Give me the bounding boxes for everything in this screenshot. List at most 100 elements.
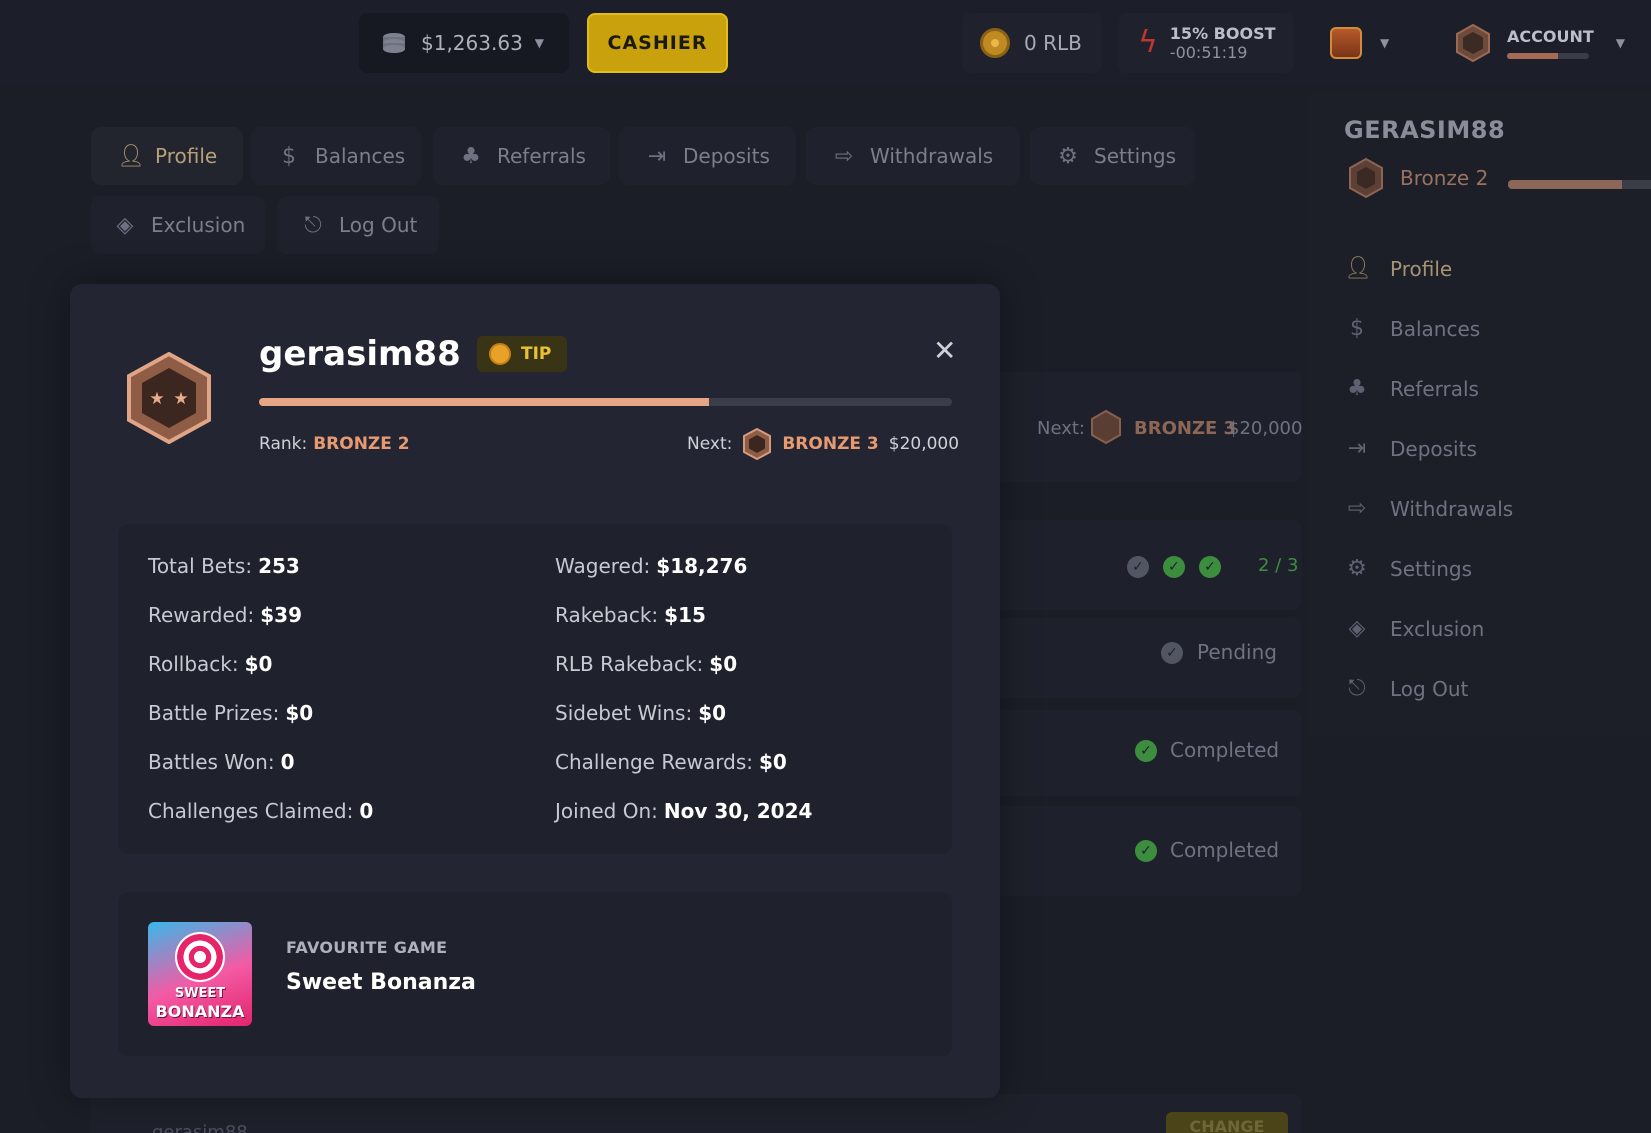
stat-battle-prizes: Battle Prizes: $0 — [148, 701, 314, 725]
diamond-icon: ◈ — [116, 212, 134, 238]
menu-item-settings[interactable]: ⚙ Settings — [1344, 556, 1472, 581]
chevron-down-icon: ▼ — [534, 36, 545, 50]
completed-icon: ✓ — [1135, 740, 1157, 762]
deposit-icon: ⇥ — [1347, 436, 1367, 461]
menu-item-profile[interactable]: 👤︎ Profile — [1344, 256, 1452, 281]
tab-label: Profile — [155, 144, 218, 168]
stat-rakeback: Rakeback: $15 — [555, 603, 706, 627]
account-progress-bar — [1507, 53, 1589, 59]
account-label: ACCOUNT — [1507, 27, 1594, 46]
cashier-button[interactable]: CASHIER — [587, 13, 728, 73]
bg-next-label: Next: — [1037, 418, 1085, 439]
menu-item-deposits[interactable]: ⇥ Deposits — [1344, 436, 1477, 461]
menu-label: Deposits — [1390, 436, 1477, 461]
status-pending: Pending — [1197, 640, 1277, 664]
pending-icon: ✓ — [1161, 642, 1183, 664]
profile-modal: ★ ★ gerasim88 TIP ✕ Rank: BRONZE 2 Next: … — [70, 284, 1000, 1098]
treasure-chest-icon — [1330, 27, 1362, 59]
tip-label: TIP — [521, 344, 552, 364]
next-rank-name: BRONZE 3 — [782, 434, 879, 454]
panel-username: GERASIM88 — [1344, 116, 1506, 144]
clover-icon: ♣ — [461, 143, 481, 169]
stat-sidebet-wins: Sidebet Wins: $0 — [555, 701, 727, 725]
deposit-icon: ⇥ — [647, 143, 667, 169]
svg-text:★: ★ — [149, 389, 164, 409]
withdraw-icon: ⇨ — [1347, 496, 1367, 521]
bg-username-input: gerasim88 — [152, 1122, 248, 1133]
account-menu[interactable]: ACCOUNT ▼ — [1437, 13, 1647, 73]
top-bar: $1,263.63 ▼ CASHIER 0 RLB ϟ 15% BOOST -0… — [0, 0, 1651, 86]
boost-indicator[interactable]: ϟ 15% BOOST -00:51:19 — [1118, 13, 1294, 73]
stat-challenges-claimed: Challenges Claimed: 0 — [148, 799, 374, 823]
bg-change-button: CHANGE — [1166, 1112, 1288, 1133]
favourite-game-name: Sweet Bonanza — [286, 970, 476, 995]
next-rank: Next: BRONZE 3 $20,000 — [687, 428, 959, 460]
menu-label: Referrals — [1390, 376, 1479, 401]
logout-icon: ⎋ — [1348, 676, 1366, 701]
check-done-icon: ✓ — [1163, 556, 1185, 578]
balance-selector[interactable]: $1,263.63 ▼ — [359, 13, 569, 73]
tab-settings[interactable]: ⚙ Settings — [1030, 127, 1195, 185]
boost-title: 15% BOOST — [1169, 24, 1276, 43]
thumb-title-line-1: SWEET — [174, 986, 226, 1001]
stat-rlb-rakeback: RLB Rakeback: $0 — [555, 652, 738, 676]
next-rank-amount: $20,000 — [888, 434, 960, 454]
tab-referrals[interactable]: ♣ Referrals — [433, 127, 610, 185]
menu-item-exclusion[interactable]: ◈ Exclusion — [1344, 616, 1485, 641]
thumb-title-line-2: BONANZA — [155, 1002, 245, 1021]
coins-stack-icon — [383, 33, 405, 53]
tab-logout[interactable]: ⎋ Log Out — [277, 196, 439, 254]
favourite-game-label: FAVOURITE GAME — [286, 938, 448, 957]
menu-label: Withdrawals — [1390, 496, 1514, 521]
moneybag-icon: $ — [282, 143, 296, 169]
rlb-balance[interactable]: 0 RLB — [962, 13, 1102, 73]
rlb-coin-icon — [980, 28, 1010, 58]
menu-item-withdrawals[interactable]: ⇨ Withdrawals — [1344, 496, 1513, 521]
game-thumbnail[interactable]: SWEET BONANZA — [148, 922, 252, 1026]
menu-label: Log Out — [1390, 676, 1469, 701]
gear-icon: ⚙ — [1058, 143, 1078, 169]
tab-label: Referrals — [497, 144, 586, 168]
tab-withdrawals[interactable]: ⇨ Withdrawals — [806, 127, 1020, 185]
tab-label: Settings — [1094, 144, 1177, 168]
menu-item-balances[interactable]: $ Balances — [1344, 316, 1480, 341]
tip-button[interactable]: TIP — [477, 336, 567, 372]
tab-balances[interactable]: $ Balances — [251, 127, 421, 185]
bronze-3-icon — [1091, 410, 1121, 444]
menu-item-logout[interactable]: ⎋ Log Out — [1344, 676, 1468, 701]
tab-profile[interactable]: 👤︎ Profile — [91, 127, 243, 185]
clover-icon: ♣ — [1347, 376, 1367, 401]
close-icon[interactable]: ✕ — [933, 334, 956, 367]
bg-next-amount: $20,000 — [1228, 418, 1303, 439]
rank-value: BRONZE 2 — [313, 434, 410, 454]
tab-label: Deposits — [683, 144, 770, 168]
tab-label: Withdrawals — [870, 144, 994, 168]
stat-rollback: Rollback: $0 — [148, 652, 273, 676]
tab-label: Log Out — [339, 213, 418, 237]
user-icon: 👤︎ — [1344, 256, 1372, 281]
menu-label: Settings — [1390, 556, 1473, 581]
panel-rank: Bronze 2 — [1400, 166, 1489, 190]
favourite-game-card[interactable]: SWEET BONANZA FAVOURITE GAME Sweet Bonan… — [118, 892, 952, 1056]
rank-badge-icon — [1349, 158, 1383, 198]
tab-label: Balances — [315, 144, 406, 168]
stat-rewarded: Rewarded: $39 — [148, 603, 302, 627]
rank-badge-icon — [1456, 24, 1490, 62]
rewards-chest-menu[interactable]: ▼ — [1310, 13, 1406, 73]
page: $1,263.63 ▼ CASHIER 0 RLB ϟ 15% BOOST -0… — [0, 0, 1651, 1133]
panel-rank-progress — [1508, 180, 1651, 189]
svg-text:★: ★ — [173, 389, 188, 409]
bronze-2-rank-badge: ★ ★ — [127, 352, 211, 444]
next-label: Next: — [687, 434, 733, 454]
chevron-down-icon: ▼ — [1615, 36, 1625, 50]
bg-next-rank: BRONZE 3 — [1134, 418, 1237, 439]
current-rank: Rank: BRONZE 2 — [259, 434, 410, 454]
menu-label: Balances — [1390, 316, 1481, 341]
tab-deposits[interactable]: ⇥ Deposits — [619, 127, 796, 185]
stat-total-bets: Total Bets: 253 — [148, 554, 300, 578]
menu-item-referrals[interactable]: ♣ Referrals — [1344, 376, 1479, 401]
tab-label: Exclusion — [151, 213, 246, 237]
tab-exclusion[interactable]: ◈ Exclusion — [91, 196, 265, 254]
status-completed: Completed — [1170, 738, 1280, 762]
gear-icon: ⚙ — [1347, 556, 1367, 581]
